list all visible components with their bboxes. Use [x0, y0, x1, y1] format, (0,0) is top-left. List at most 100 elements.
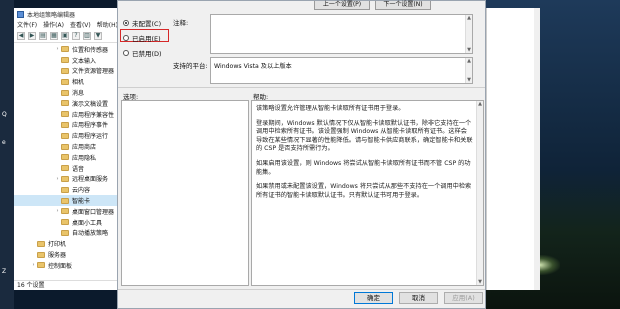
folder-icon — [61, 111, 69, 118]
tree-item[interactable]: 云内容 — [14, 184, 119, 195]
tree-item[interactable]: 应用程序兼容性 — [14, 109, 119, 120]
tree-item[interactable]: 文件资源管理器 — [14, 66, 119, 77]
scroll-down-icon[interactable]: ▼ — [477, 279, 483, 285]
show-hide-tree-icon[interactable]: ▦ — [50, 31, 58, 40]
option-disabled[interactable]: 已禁用(D) — [123, 48, 162, 58]
tree-item-label: 相机 — [72, 79, 85, 87]
tree-item[interactable]: 文本输入 — [14, 55, 119, 66]
comment-scrollbar[interactable]: ▲ ▼ — [465, 15, 472, 53]
filter-icon[interactable]: ▼ — [94, 31, 102, 40]
supported-platforms-box: Windows Vista 及以上版本 ▲ ▼ — [210, 57, 473, 84]
tree-item[interactable]: 打印机 — [14, 238, 119, 249]
tree-item-label: 打印机 — [48, 241, 67, 249]
folder-icon — [61, 229, 69, 236]
desktop-label[interactable]: Q — [2, 111, 7, 118]
help-paragraph: 如果禁用或未配置该设置，Windows 将只尝试从那些不支持在一个调用中检索所有… — [256, 183, 472, 199]
tree-item-label: 应用程序事件 — [72, 122, 109, 130]
folder-icon — [61, 121, 69, 128]
menu-action[interactable]: 操作(A) — [43, 20, 64, 29]
help-paragraph: 该策略设置允许管理从智能卡读取所有证书用于登录。 — [256, 105, 405, 112]
previous-setting-button[interactable]: 上一个设置(P) — [314, 1, 370, 10]
help-scrollbar[interactable]: ▲ ▼ — [476, 101, 483, 285]
settings-pane-scrollbar[interactable] — [534, 8, 540, 290]
menu-file[interactable]: 文件(F) — [17, 20, 37, 29]
editor-toolbar: ◀ ▶ ▤ ▦ ▣ ? ▥ ▼ — [14, 29, 119, 43]
help-panel: 该策略设置允许管理从智能卡读取所有证书用于登录。 登录期间，Windows 默认… — [251, 100, 484, 286]
folder-icon — [61, 57, 69, 64]
ok-button[interactable]: 确定 — [354, 292, 393, 304]
group-policy-app-icon — [17, 10, 24, 18]
scroll-up-icon[interactable]: ▲ — [466, 15, 472, 21]
tree-item-label: 应用程序兼容性 — [72, 111, 115, 119]
desktop-label[interactable]: Z — [2, 268, 6, 275]
tree-item-label: 云内容 — [72, 187, 91, 195]
tree-item[interactable]: › 远程桌面服务 — [14, 174, 119, 185]
folder-icon — [61, 208, 69, 215]
radio-not-configured[interactable] — [123, 20, 129, 26]
menu-help[interactable]: 帮助(H) — [97, 20, 118, 29]
tree-item-label: 语音 — [72, 165, 85, 173]
properties-icon[interactable]: ▥ — [83, 31, 91, 40]
expand-arrow-icon[interactable]: › — [30, 262, 37, 268]
apply-button[interactable]: 应用(A) — [444, 292, 483, 304]
tree-item-label: 位置和传感器 — [72, 46, 109, 54]
help-icon[interactable]: ? — [72, 31, 80, 40]
dialog-separator — [118, 87, 485, 88]
tree-item[interactable]: 语音 — [14, 163, 119, 174]
radio-enabled[interactable] — [123, 35, 129, 41]
tree-item-label: 应用程序运行 — [72, 133, 109, 141]
tree-item[interactable]: 服务器 — [14, 249, 119, 260]
cancel-button[interactable]: 取消 — [399, 292, 438, 304]
export-list-icon[interactable]: ▣ — [61, 31, 69, 40]
help-paragraph: 登录期间，Windows 默认情况下仅从智能卡读取默认证书，除非它支持在一个调用… — [256, 119, 473, 153]
scroll-up-icon[interactable]: ▲ — [477, 101, 483, 107]
tree-item[interactable]: › 桌面窗口管理器 — [14, 206, 119, 217]
tree-item[interactable]: 应用程序运行 — [14, 130, 119, 141]
tree-item[interactable]: › 位置和传感器 — [14, 44, 119, 55]
expand-arrow-icon[interactable]: › — [54, 176, 61, 182]
folder-up-icon[interactable]: ▤ — [39, 31, 47, 40]
scroll-up-icon[interactable]: ▲ — [466, 58, 472, 64]
tree-item-label: 控制面板 — [48, 262, 73, 270]
options-panel — [121, 100, 249, 286]
comment-textarea[interactable]: ▲ ▼ — [210, 14, 473, 54]
tree-item[interactable]: 自动播放策略 — [14, 228, 119, 239]
radio-disabled[interactable] — [123, 50, 129, 56]
tree-item-label: 远程桌面服务 — [72, 176, 109, 184]
group-policy-editor-window: 本地组策略编辑器 文件(F) 操作(A) 查看(V) 帮助(H) ◀ ▶ ▤ ▦… — [14, 8, 120, 290]
tree-item-label: 演示文稿设置 — [72, 100, 109, 108]
folder-icon — [37, 262, 45, 269]
enabled-label: 已启用(E) — [132, 35, 161, 43]
next-setting-button[interactable]: 下一个设置(N) — [375, 1, 431, 10]
option-not-configured[interactable]: 未配置(C) — [123, 18, 161, 28]
tree-item[interactable]: 应用隐私 — [14, 152, 119, 163]
tree-item-label: 应用隐私 — [72, 154, 97, 162]
tree-item[interactable]: 应用程序事件 — [14, 120, 119, 131]
tree-item-label: 自动播放策略 — [72, 230, 109, 238]
folder-icon — [61, 219, 69, 226]
tree-item-label: 桌面窗口管理器 — [72, 208, 115, 216]
editor-settings-pane — [486, 8, 540, 290]
tree-item[interactable]: 应用商店 — [14, 141, 119, 152]
tree-item[interactable]: 演示文稿设置 — [14, 98, 119, 109]
tree-item[interactable]: 相机 — [14, 76, 119, 87]
expand-arrow-icon[interactable]: › — [54, 208, 61, 214]
menu-view[interactable]: 查看(V) — [70, 20, 91, 29]
tree-item[interactable]: › 控制面板 — [14, 260, 119, 271]
expand-arrow-icon[interactable]: › — [54, 46, 61, 52]
tree-item[interactable]: 消息 — [14, 87, 119, 98]
help-paragraph: 如果启用该设置，则 Windows 将尝试从智能卡读取所有证书而不管 CSP 的… — [256, 159, 471, 176]
back-arrow-icon[interactable]: ◀ — [17, 31, 25, 40]
comment-label: 注释: — [173, 19, 189, 27]
supported-platforms-label: 支持的平台: — [173, 62, 208, 70]
folder-icon — [61, 186, 69, 193]
supported-scrollbar[interactable]: ▲ ▼ — [465, 58, 472, 83]
option-enabled[interactable]: 已启用(E) — [123, 33, 161, 43]
desktop-label[interactable]: e — [2, 139, 6, 146]
tree-item[interactable]: 桌面小工具 — [14, 217, 119, 228]
forward-arrow-icon[interactable]: ▶ — [28, 31, 36, 40]
scroll-down-icon[interactable]: ▼ — [466, 47, 472, 53]
scroll-down-icon[interactable]: ▼ — [466, 77, 472, 83]
tree-item[interactable]: 智能卡 — [14, 195, 119, 206]
tree-item-label: 桌面小工具 — [72, 219, 103, 227]
